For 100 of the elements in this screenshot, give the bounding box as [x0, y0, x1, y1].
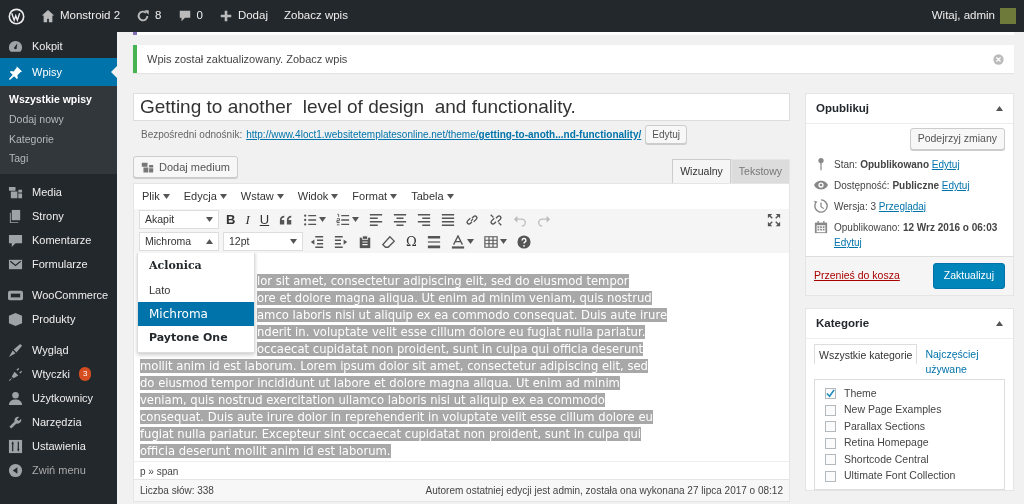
history-icon — [814, 198, 828, 213]
sidebar-item[interactable]: Media — [0, 180, 117, 204]
pages-icon — [8, 208, 23, 224]
edit-link[interactable]: Przeglądaj — [878, 200, 927, 212]
submenu-item[interactable]: Tagi — [0, 149, 117, 169]
paintbrush-icon — [8, 342, 23, 358]
collapse-menu-button[interactable]: Zwiń menu — [0, 458, 117, 482]
font-family-select[interactable]: Michroma — [139, 232, 219, 252]
update-button[interactable]: Zaktualizuj — [932, 262, 1005, 289]
category-checkbox[interactable] — [825, 437, 836, 449]
sidebar-item[interactable]: Użytkownicy — [0, 386, 117, 410]
menu-label: Wygląd — [32, 342, 69, 358]
menu-label: WooCommerce — [32, 287, 109, 303]
move-to-trash-link[interactable]: Przenieś do kosza — [814, 267, 900, 284]
publish-info-text: Dostępność: Publiczne Edytuj — [834, 178, 970, 193]
speech-bubble-icon — [177, 9, 192, 23]
gauge-icon — [8, 38, 23, 54]
plus-icon — [218, 9, 233, 23]
sidebar-item[interactable]: Wpisy — [0, 58, 117, 86]
font-size-select[interactable]: 12pt — [223, 232, 303, 252]
greeting-text: Witaj, admin — [931, 8, 995, 24]
category-label: Shortcode Central — [844, 451, 929, 467]
publish-info-text: Opublikowano: 12 Wrz 2016 o 06:03 Edytuj — [834, 220, 999, 250]
word-count: Liczba słów: 338 — [140, 483, 214, 498]
menu-label: Formularze — [32, 256, 88, 272]
preview-changes-button[interactable]: Podejrzyj zmiany — [909, 128, 1005, 150]
edit-link[interactable]: Edytuj — [931, 158, 960, 170]
submenu-item[interactable]: Dodaj nowy — [0, 109, 117, 130]
category-checkbox[interactable] — [825, 454, 836, 466]
speech-bubble-icon — [8, 232, 23, 248]
sidebar-item[interactable]: Komentarze — [0, 228, 117, 252]
menu-label: Narzędzia — [32, 414, 82, 430]
special-character-button[interactable]: Ω — [403, 231, 420, 252]
editor-menu[interactable]: Tabela — [411, 188, 454, 205]
pushpin-icon — [8, 64, 23, 80]
panel-title: Kategorie — [816, 315, 870, 331]
category-tab[interactable]: Wszystkie kategorie — [814, 343, 918, 365]
caret-icon — [206, 217, 213, 223]
submenu-item[interactable]: Wszystkie wpisy — [0, 90, 117, 110]
sidebar-item[interactable]: Kokpit — [0, 34, 117, 58]
edit-link[interactable]: Edytuj — [941, 179, 970, 191]
menu-label: Wpisy — [32, 64, 62, 80]
button-label: Dodaj medium — [159, 160, 230, 175]
refresh-icon — [136, 9, 151, 23]
admin-bar-label: Monstroid 2 — [60, 8, 121, 24]
editor-tab[interactable]: Wizualny — [672, 158, 731, 184]
person-icon — [8, 390, 23, 406]
wrench-icon — [8, 414, 23, 430]
font-option[interactable]: Michroma — [138, 301, 254, 326]
collapse-panel-icon[interactable] — [996, 320, 1003, 326]
caret-icon — [446, 194, 454, 200]
submenu-item[interactable]: Kategorie — [0, 129, 117, 150]
account-link[interactable]: Witaj, admin — [931, 7, 1016, 25]
edit-permalink-button[interactable]: Edytuj — [645, 125, 688, 144]
font-option[interactable]: Paytone One — [138, 325, 254, 350]
collapse-panel-icon[interactable] — [996, 106, 1003, 112]
category-checkbox[interactable] — [825, 388, 836, 400]
caret-icon — [219, 194, 227, 200]
sidebar-item[interactable]: Strony — [0, 204, 117, 228]
sidebar-item[interactable]: Narzędzia — [0, 410, 117, 434]
sidebar-item[interactable]: Formularze — [0, 252, 117, 276]
underline-button[interactable]: U — [256, 209, 273, 230]
editor-menu[interactable]: Edycja — [183, 188, 227, 205]
caret-icon — [331, 194, 339, 200]
category-checkbox[interactable] — [825, 421, 836, 433]
notice-text: Wpis został zaktualizowany. Zobacz wpis — [147, 51, 348, 67]
paragraph-format-select[interactable]: Akapit — [139, 210, 219, 230]
font-option[interactable]: Lato — [138, 277, 254, 302]
editor-menu[interactable]: Wstaw — [240, 188, 284, 205]
menu-label: Strony — [32, 208, 64, 224]
category-checkbox[interactable] — [825, 470, 836, 482]
menu-label: Zwiń menu — [32, 462, 86, 478]
category-checkbox[interactable] — [825, 404, 836, 416]
comments-link[interactable]: 0 — [177, 7, 203, 25]
editor-menu[interactable]: Format — [352, 188, 398, 205]
avatar-placeholder — [1000, 8, 1016, 24]
permalink-link[interactable]: http://www.4loct1.websitetemplatesonline.net/theme/getting-to-anoth...nd-functionality/ — [246, 127, 642, 142]
sidebar-item[interactable]: Wtyczki 3 — [0, 362, 117, 386]
font-option[interactable]: Aclonica — [138, 253, 254, 278]
editor-menu[interactable]: Plik — [142, 188, 170, 205]
view-post-link[interactable]: Zobacz wpis — [283, 7, 348, 25]
updates-link[interactable]: 8 — [136, 7, 162, 25]
menu-label: Media — [32, 184, 62, 200]
sidebar-item[interactable]: Wygląd — [0, 338, 117, 362]
bold-button[interactable]: B — [223, 209, 239, 230]
site-link[interactable]: Monstroid 2 — [41, 7, 121, 25]
caret-icon — [390, 194, 398, 200]
editor-menu[interactable]: Widok — [297, 188, 339, 205]
view-post-link[interactable]: Zobacz wpis — [286, 52, 348, 65]
sidebar-item[interactable]: WooCommerce — [0, 283, 117, 307]
sidebar-item[interactable]: Ustawienia — [0, 434, 117, 458]
post-title-field[interactable]: Getting to another level of design and functionality. — [133, 93, 790, 121]
new-content-link[interactable]: Dodaj — [218, 7, 268, 25]
add-media-button[interactable]: Dodaj medium — [133, 156, 238, 179]
sidebar-item[interactable]: Produkty — [0, 307, 117, 331]
italic-button[interactable]: I — [242, 209, 253, 230]
category-tab[interactable]: Najczęściej używane — [917, 343, 1005, 378]
wordpress-logo-icon[interactable] — [8, 7, 25, 25]
collapse-icon — [8, 462, 23, 478]
edit-link[interactable]: Edytuj — [834, 236, 862, 248]
